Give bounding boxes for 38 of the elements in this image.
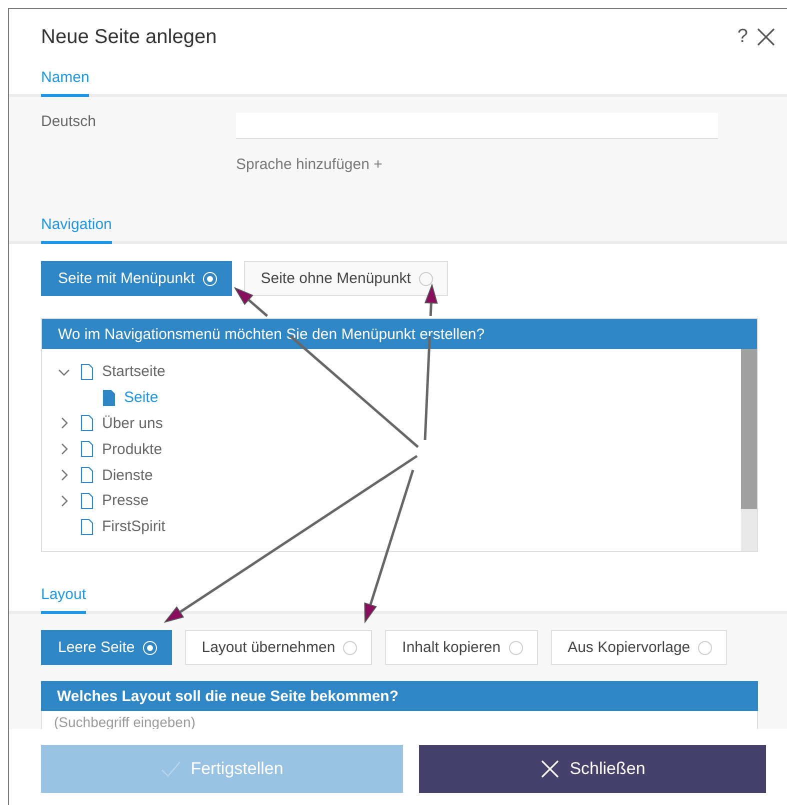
page-icon: [80, 364, 94, 380]
tree-item[interactable]: FirstSpirit: [42, 514, 741, 540]
tree-panel-header: Wo im Navigationsmenü möchten Sie den Menüpunkt erstellen?: [42, 319, 757, 349]
close-button[interactable]: Schließen: [419, 745, 766, 793]
page-icon: [80, 467, 94, 484]
add-language-link[interactable]: Sprache hinzufügen +: [236, 156, 382, 173]
radio-option[interactable]: Aus Kopiervorlage: [550, 630, 728, 665]
input-field[interactable]: [236, 113, 718, 139]
radio-option[interactable]: Inhalt kopieren: [385, 630, 538, 665]
page-icon: [80, 415, 94, 432]
tree-item[interactable]: Startseite: [42, 359, 741, 385]
checkmark-icon: [160, 760, 181, 778]
field-label: Deutsch: [41, 113, 98, 132]
tree-item[interactable]: Seite: [42, 384, 741, 411]
tree-item[interactable]: Produkte: [42, 436, 741, 462]
layout-list-header: Welches Layout soll die neue Seite bekommen?: [41, 681, 758, 711]
help-button[interactable]: ?: [737, 26, 748, 48]
radio-unchecked-icon: [698, 640, 712, 654]
radio-option[interactable]: Seite mit Menüpunkt: [41, 261, 232, 296]
dialog-title: Neue Seite anlegen: [41, 26, 218, 48]
close-icon: [540, 759, 560, 779]
tree-item[interactable]: Presse: [42, 488, 741, 514]
radio-option[interactable]: Seite ohne Menüpunkt: [244, 261, 448, 296]
page-icon: [80, 518, 94, 535]
close-icon[interactable]: [756, 27, 776, 47]
radio-checked-icon: [202, 272, 217, 286]
radio-option[interactable]: Leere Seite: [41, 630, 172, 665]
section-tab[interactable]: Navigation: [41, 212, 112, 244]
radio-checked-icon: [142, 640, 157, 654]
page-icon: [80, 441, 94, 458]
tree-item[interactable]: Dienste: [42, 462, 741, 488]
scrollbar[interactable]: [741, 349, 757, 551]
radio-unchecked-icon: [508, 640, 523, 654]
tree-item[interactable]: Über uns: [42, 410, 741, 436]
radio-unchecked-icon: [343, 640, 358, 654]
page-icon: [102, 390, 116, 406]
radio-option[interactable]: Layout übernehmen: [184, 630, 372, 665]
page-icon: [80, 492, 94, 509]
